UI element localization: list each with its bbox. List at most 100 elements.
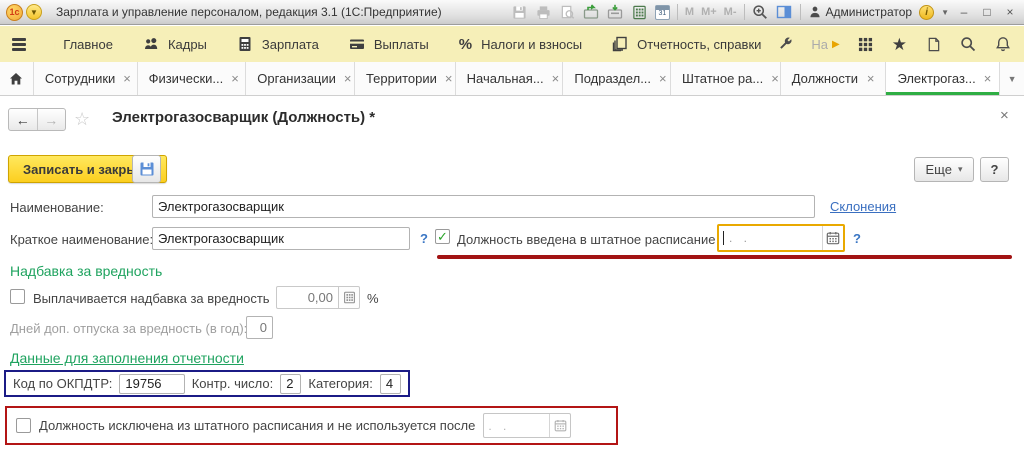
save-button[interactable] (132, 155, 161, 183)
help-question-icon[interactable]: ? (853, 231, 861, 246)
split-window-icon[interactable] (776, 4, 793, 20)
save-icon[interactable] (511, 4, 528, 20)
calculator-picker-icon[interactable] (339, 286, 360, 309)
minimize-button[interactable]: – (956, 5, 972, 19)
tab-home[interactable] (0, 62, 34, 95)
tab-territories[interactable]: Территории× (355, 62, 456, 95)
declension-link[interactable]: Склонения (830, 199, 896, 214)
menu-item-main[interactable]: Главное (48, 26, 128, 62)
okpdtr-input[interactable]: 19756 (119, 374, 184, 394)
harm-percent-field: 0,00 (276, 286, 360, 309)
floppy-icon (139, 161, 155, 177)
favorite-star-icon[interactable]: ☆ (74, 109, 90, 130)
help-button[interactable]: ? (980, 157, 1009, 182)
print-icon[interactable] (535, 4, 552, 20)
chevron-right-icon: ▶ (832, 39, 840, 50)
section-menu-bar: Главное Кадры Зарплата Выплаты % Налоги … (0, 26, 1024, 62)
favorites-star-icon[interactable]: ★ (892, 36, 907, 53)
documents-icon (612, 36, 628, 52)
tab-close-icon[interactable]: × (771, 71, 779, 86)
excluded-date-input[interactable]: . . (483, 413, 571, 438)
short-name-label: Краткое наименование: (10, 232, 153, 247)
tab-electrogas-welder[interactable]: Электрогаз...× (886, 62, 1000, 95)
memory-m-plus-button[interactable]: М+ (701, 6, 717, 18)
card-icon (349, 36, 365, 52)
okpdtr-label: Код по ОКПДТР: (13, 376, 112, 391)
open-windows-tab-bar: Сотрудники× Физически...× Организации× Т… (0, 62, 1024, 96)
tab-employees[interactable]: Сотрудники× (34, 62, 138, 95)
memory-m-button[interactable]: М (685, 6, 694, 18)
harm-allowance-checkbox[interactable] (10, 289, 25, 304)
1c-logo-icon: 1с (6, 4, 23, 21)
tab-close-icon[interactable]: × (445, 71, 453, 86)
user-name: Администратор (826, 5, 913, 19)
send-link-icon[interactable] (583, 4, 600, 20)
menu-item-settings-truncated[interactable]: На ▶ (811, 37, 839, 52)
zoom-in-icon[interactable] (752, 4, 769, 20)
maximize-button[interactable]: □ (979, 5, 995, 19)
harm-percent-input[interactable]: 0,00 (276, 286, 339, 309)
tab-close-icon[interactable]: × (552, 71, 560, 86)
tab-close-icon[interactable]: × (984, 71, 992, 86)
hamburger-menu-icon[interactable] (12, 38, 26, 51)
excluded-checkbox[interactable] (16, 418, 31, 433)
forward-button[interactable]: → (38, 109, 66, 130)
tab-initial-setup[interactable]: Начальная...× (456, 62, 564, 95)
in-staff-checkbox[interactable]: ✓ (435, 229, 450, 244)
tab-close-icon[interactable]: × (867, 71, 875, 86)
info-icon[interactable]: i (919, 5, 934, 20)
report-section-header: Данные для заполнения отчетности (10, 350, 244, 366)
menu-item-personnel[interactable]: Кадры (128, 26, 222, 62)
tab-overflow-caret-icon[interactable]: ▼ (1000, 62, 1024, 95)
tab-positions[interactable]: Должности× (781, 62, 887, 95)
tab-staffing[interactable]: Штатное ра...× (671, 62, 781, 95)
current-user[interactable]: Администратор (808, 5, 913, 19)
calendar-icon[interactable]: 31 (655, 5, 670, 20)
search-icon[interactable] (959, 35, 977, 53)
tab-close-icon[interactable]: × (123, 71, 131, 86)
harm-section-header: Надбавка за вредность (10, 263, 162, 279)
user-icon (808, 5, 822, 19)
tab-close-icon[interactable]: × (231, 71, 239, 86)
app-window: 1с ▼ Зарплата и управление персоналом, р… (0, 0, 1024, 476)
notifications-bell-icon[interactable] (994, 35, 1012, 53)
all-functions-grid-icon[interactable] (857, 35, 875, 53)
menu-item-salary[interactable]: Зарплата (222, 26, 334, 62)
menu-item-taxes[interactable]: % Налоги и взносы (444, 26, 597, 62)
tab-close-icon[interactable]: × (659, 71, 667, 86)
extra-vacation-input[interactable]: 0 (246, 316, 273, 339)
form-close-icon[interactable]: × (1000, 107, 1009, 124)
main-menu-caret-icon[interactable]: ▼ (26, 4, 42, 20)
name-input[interactable]: Электрогазосварщик (152, 195, 815, 218)
divider (744, 4, 745, 20)
wrench-icon[interactable] (776, 35, 794, 53)
menu-item-payments[interactable]: Выплаты (334, 26, 444, 62)
calendar-picker-icon[interactable] (549, 414, 570, 437)
print-preview-icon[interactable] (559, 4, 576, 20)
get-link-icon[interactable] (607, 4, 624, 20)
calculator-icon (237, 36, 253, 52)
close-button[interactable]: × (1002, 5, 1018, 19)
more-button[interactable]: Еще ▾ (914, 157, 974, 182)
in-staff-label: Должность введена в штатное расписание (457, 232, 715, 247)
tab-departments[interactable]: Подраздел...× (563, 62, 671, 95)
excluded-label: Должность исключена из штатного расписан… (39, 418, 475, 433)
category-input[interactable]: 4 (380, 374, 401, 394)
short-name-input[interactable]: Электрогазосварщик (152, 227, 410, 250)
name-label: Наименование: (10, 200, 104, 215)
help-question-icon[interactable]: ? (420, 231, 428, 246)
menu-item-reporting[interactable]: Отчетность, справки (597, 26, 776, 62)
control-number-input[interactable]: 2 (280, 374, 301, 394)
calculator-icon[interactable] (631, 4, 648, 20)
memory-m-minus-button[interactable]: М- (724, 6, 737, 18)
tab-close-icon[interactable]: × (344, 71, 352, 86)
red-annotation-box: Должность исключена из штатного расписан… (5, 406, 618, 445)
info-caret-icon[interactable]: ▼ (941, 8, 949, 17)
tab-physical-persons[interactable]: Физически...× (138, 62, 247, 95)
app-title: Зарплата и управление персоналом, редакц… (56, 5, 442, 19)
history-icon[interactable] (924, 35, 942, 53)
back-button[interactable]: ← (9, 109, 38, 130)
in-staff-date-input[interactable]: . . (717, 224, 845, 252)
calendar-picker-icon[interactable] (822, 226, 843, 250)
tab-organizations[interactable]: Организации× (246, 62, 355, 95)
